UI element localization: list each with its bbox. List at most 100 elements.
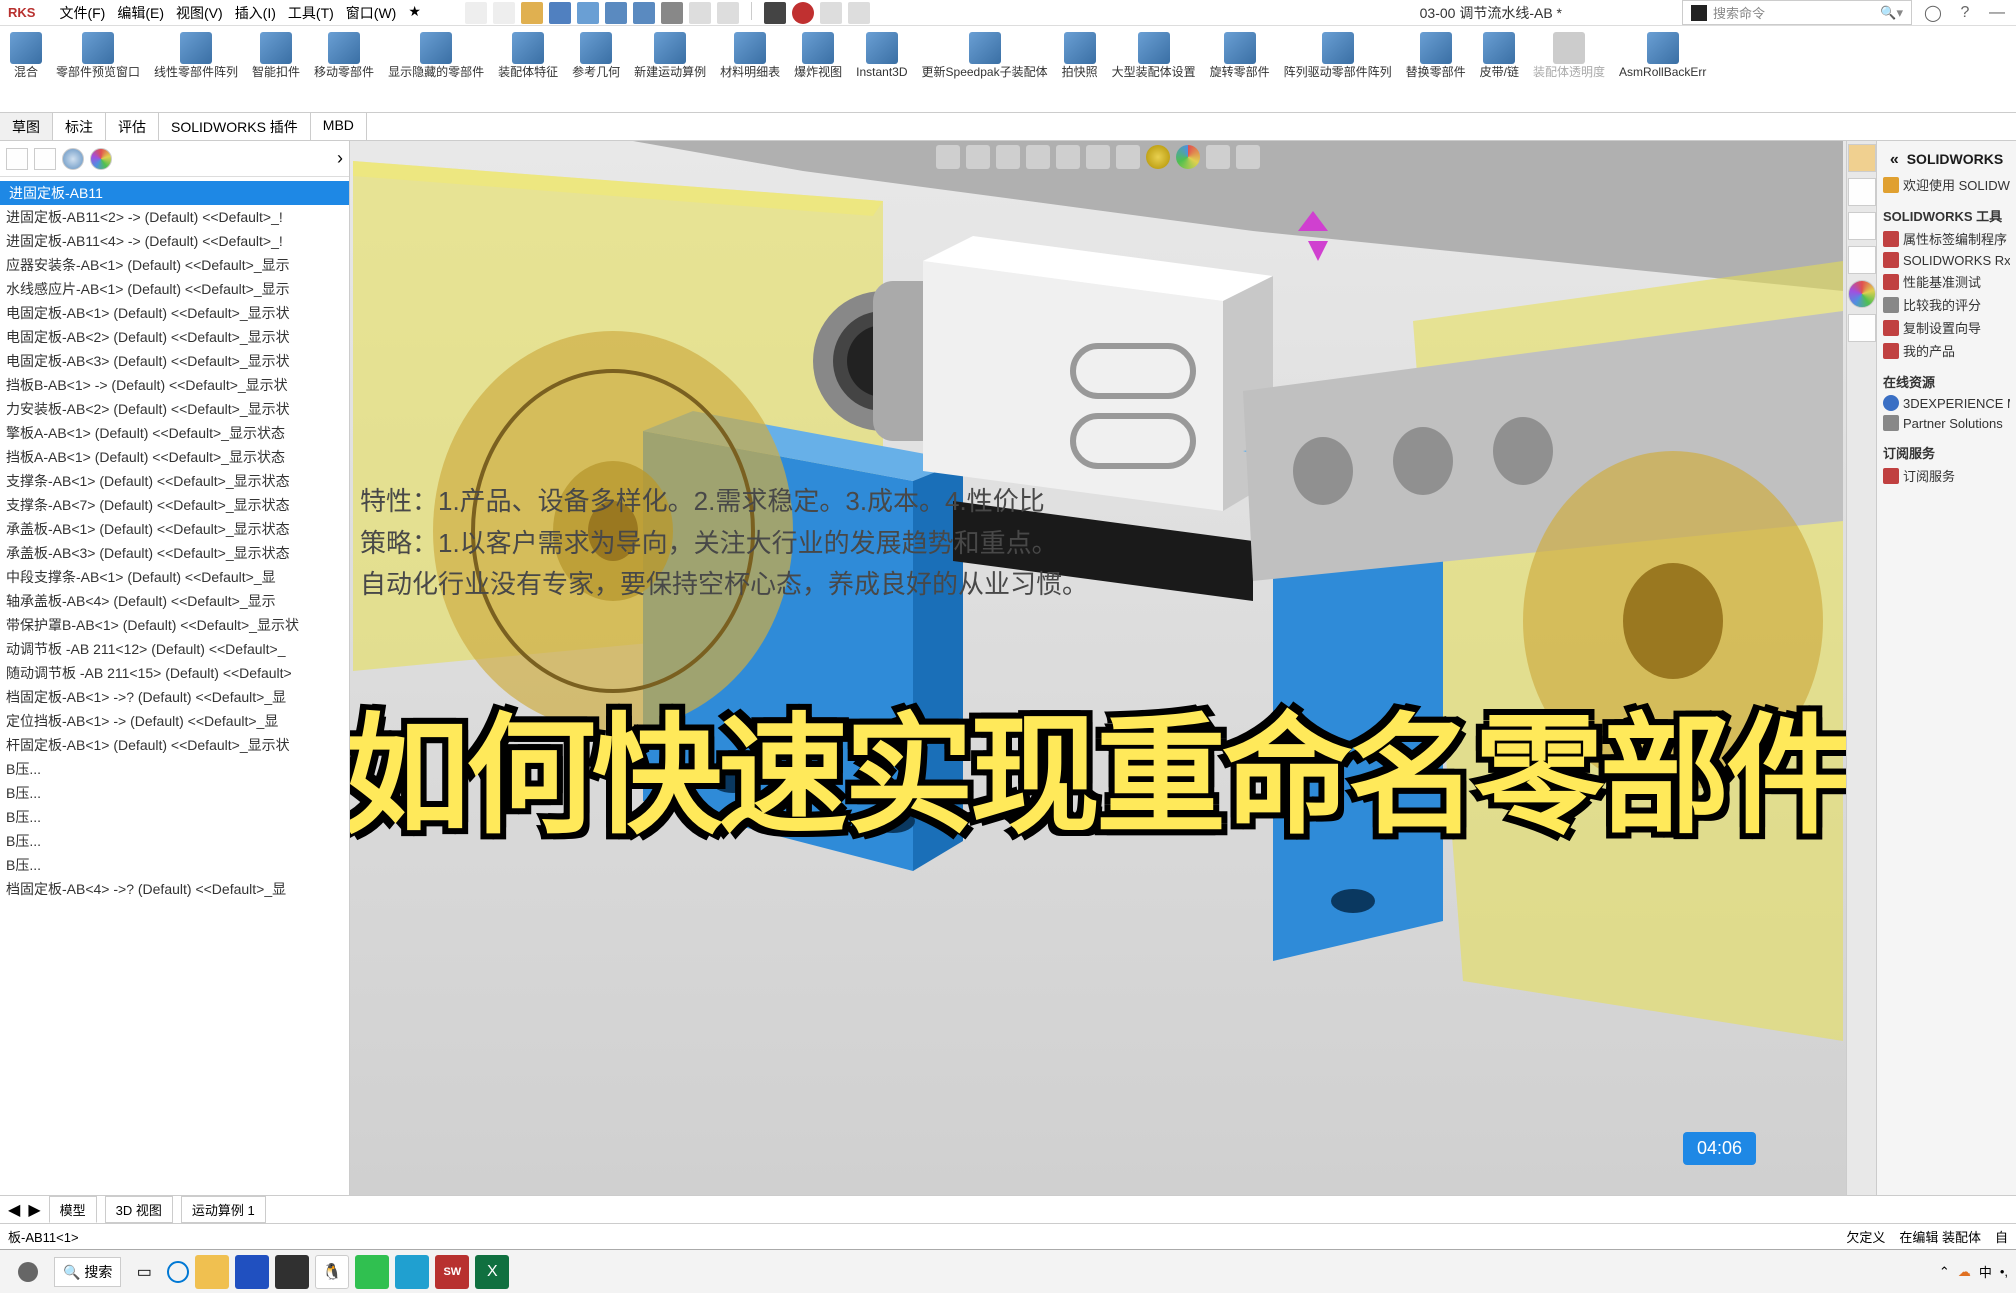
tab-sketch[interactable]: 草图 bbox=[0, 113, 53, 140]
tree-item[interactable]: 挡板A-AB<1> (Default) <<Default>_显示状态 bbox=[0, 445, 349, 469]
rib-explode[interactable]: 爆炸视图 bbox=[788, 30, 848, 112]
qt-print-icon[interactable] bbox=[577, 2, 599, 24]
rib-rollback[interactable]: AsmRollBackErr bbox=[1613, 30, 1712, 112]
vt-render-icon[interactable] bbox=[1206, 145, 1230, 169]
tool-prop-tag[interactable]: 属性标签编制程序 bbox=[1883, 227, 2010, 250]
tree-item[interactable]: 挡板B-AB<1> -> (Default) <<Default>_显示状 bbox=[0, 373, 349, 397]
qt-new-icon[interactable] bbox=[493, 2, 515, 24]
tree-item[interactable]: 支撑条-AB<1> (Default) <<Default>_显示状态 bbox=[0, 469, 349, 493]
bt-model[interactable]: 模型 bbox=[49, 1196, 97, 1223]
qt-rebuild-icon[interactable] bbox=[689, 2, 711, 24]
tree-item-selected[interactable]: 进固定板-AB11 bbox=[0, 181, 349, 205]
menu-file[interactable]: 文件(F) bbox=[55, 1, 109, 25]
bt-3dview[interactable]: 3D 视图 bbox=[105, 1196, 173, 1223]
tree-item[interactable]: 擎板A-AB<1> (Default) <<Default>_显示状态 bbox=[0, 421, 349, 445]
taskbar-search[interactable]: 🔍 搜索 bbox=[54, 1257, 121, 1287]
tree-item[interactable]: B压... bbox=[0, 757, 349, 781]
rib-replace[interactable]: 替换零部件 bbox=[1400, 30, 1472, 112]
tree-icon[interactable] bbox=[6, 148, 28, 170]
online-partner[interactable]: Partner Solutions bbox=[1883, 413, 2010, 433]
rib-largeasm[interactable]: 大型装配体设置 bbox=[1106, 30, 1202, 112]
menu-star[interactable]: ★ bbox=[404, 1, 425, 25]
tree-item[interactable]: B压... bbox=[0, 829, 349, 853]
taskpane-custom-icon[interactable] bbox=[1848, 314, 1876, 342]
system-tray[interactable]: ⌃ ☁ 中 •, bbox=[1939, 1262, 2008, 1281]
tray-ime[interactable]: 中 bbox=[1979, 1262, 1992, 1281]
taskpane-design-icon[interactable] bbox=[1848, 178, 1876, 206]
menu-view[interactable]: 视图(V) bbox=[172, 1, 227, 25]
tree-item[interactable]: 承盖板-AB<3> (Default) <<Default>_显示状态 bbox=[0, 541, 349, 565]
cortana-icon[interactable] bbox=[167, 1261, 189, 1283]
taskpane-view-icon[interactable] bbox=[1848, 246, 1876, 274]
bt-nav-right[interactable]: ▶ bbox=[28, 1200, 40, 1220]
tree-item[interactable]: 承盖板-AB<1> (Default) <<Default>_显示状态 bbox=[0, 517, 349, 541]
qt-cursor-icon[interactable] bbox=[764, 2, 786, 24]
rib-move[interactable]: 移动零部件 bbox=[308, 30, 380, 112]
tree-item[interactable]: 电固定板-AB<2> (Default) <<Default>_显示状 bbox=[0, 325, 349, 349]
qt-list-icon[interactable] bbox=[820, 2, 842, 24]
tree-item[interactable]: 电固定板-AB<1> (Default) <<Default>_显示状 bbox=[0, 301, 349, 325]
tab-annotate[interactable]: 标注 bbox=[53, 113, 106, 140]
menu-insert[interactable]: 插入(I) bbox=[231, 1, 280, 25]
tree-item[interactable]: 力安装板-AB<2> (Default) <<Default>_显示状 bbox=[0, 397, 349, 421]
rib-mix[interactable]: 混合 bbox=[4, 30, 48, 112]
hide-icon[interactable] bbox=[62, 148, 84, 170]
rib-instant3d[interactable]: Instant3D bbox=[850, 30, 913, 112]
taskpane-file-icon[interactable] bbox=[1848, 212, 1876, 240]
help-icon[interactable]: ? bbox=[1954, 2, 1976, 24]
rib-trans[interactable]: 装配体透明度 bbox=[1527, 30, 1611, 112]
tab-mbd[interactable]: MBD bbox=[311, 113, 367, 140]
rib-belt[interactable]: 皮带/链 bbox=[1474, 30, 1525, 112]
vt-zoom-fit-icon[interactable] bbox=[936, 145, 960, 169]
vt-orient-icon[interactable] bbox=[1056, 145, 1080, 169]
tree-item[interactable]: 定位挡板-AB<1> -> (Default) <<Default>_显 bbox=[0, 709, 349, 733]
tool-products[interactable]: 我的产品 bbox=[1883, 339, 2010, 362]
tree-item[interactable]: 中段支撑条-AB<1> (Default) <<Default>_显 bbox=[0, 565, 349, 589]
tray-more[interactable]: •, bbox=[2000, 1264, 2008, 1279]
menu-edit[interactable]: 编辑(E) bbox=[113, 1, 168, 25]
online-3dx[interactable]: 3DEXPERIENCE M bbox=[1883, 393, 2010, 413]
start-button[interactable] bbox=[8, 1258, 48, 1286]
tree-item[interactable]: B压... bbox=[0, 805, 349, 829]
rib-refgeo[interactable]: 参考几何 bbox=[566, 30, 626, 112]
rib-showhide[interactable]: 显示隐藏的零部件 bbox=[382, 30, 490, 112]
qt-options-icon[interactable] bbox=[717, 2, 739, 24]
bt-motion[interactable]: 运动算例 1 bbox=[181, 1196, 266, 1223]
search-command-input[interactable]: 搜索命令 🔍▾ bbox=[1682, 0, 1912, 25]
vt-apply-scene-icon[interactable] bbox=[1176, 145, 1200, 169]
tree-item[interactable]: 支撑条-AB<7> (Default) <<Default>_显示状态 bbox=[0, 493, 349, 517]
rib-asmfeat[interactable]: 装配体特征 bbox=[492, 30, 564, 112]
config-icon[interactable] bbox=[34, 148, 56, 170]
bt-nav-left[interactable]: ◀ bbox=[8, 1200, 20, 1220]
feature-tree[interactable]: 进固定板-AB11 进固定板-AB11<2> -> (Default) <<De… bbox=[0, 177, 349, 1195]
qt-open-icon[interactable] bbox=[521, 2, 543, 24]
tray-cloud-icon[interactable]: ☁ bbox=[1958, 1264, 1971, 1280]
vt-display-icon[interactable] bbox=[1086, 145, 1110, 169]
rib-speedpak[interactable]: 更新Speedpak子装配体 bbox=[916, 30, 1054, 112]
welcome-link[interactable]: 欢迎使用 SOLIDW bbox=[1883, 173, 2010, 196]
tray-up-icon[interactable]: ⌃ bbox=[1939, 1264, 1950, 1280]
tool-compare[interactable]: 比较我的评分 bbox=[1883, 293, 2010, 316]
rib-snapshot[interactable]: 拍快照 bbox=[1056, 30, 1104, 112]
qt-redo-icon[interactable] bbox=[633, 2, 655, 24]
qt-home-icon[interactable] bbox=[465, 2, 487, 24]
rib-pattern[interactable]: 阵列驱动零部件阵列 bbox=[1278, 30, 1398, 112]
vt-prev-view-icon[interactable] bbox=[996, 145, 1020, 169]
qt-gear-icon[interactable] bbox=[848, 2, 870, 24]
rib-linear[interactable]: 线性零部件阵列 bbox=[148, 30, 244, 112]
rib-smart[interactable]: 智能扣件 bbox=[246, 30, 306, 112]
qt-red-icon[interactable] bbox=[792, 2, 814, 24]
3d-viewport[interactable]: 特性：1.产品、设备多样化。2.需求稳定。3.成本。4.性价比 策略：1.以客户… bbox=[350, 141, 1846, 1195]
minimize-button[interactable]: — bbox=[1986, 2, 2008, 24]
collapse-tree-icon[interactable]: › bbox=[337, 148, 343, 169]
tool-benchmark[interactable]: 性能基准测试 bbox=[1883, 270, 2010, 293]
menu-window[interactable]: 窗口(W) bbox=[342, 1, 401, 25]
taskpane-home-icon[interactable] bbox=[1848, 144, 1876, 172]
vt-zoom-area-icon[interactable] bbox=[966, 145, 990, 169]
qt-undo-icon[interactable] bbox=[605, 2, 627, 24]
qt-select-icon[interactable] bbox=[661, 2, 683, 24]
tree-item[interactable]: 随动调节板 -AB 211<15> (Default) <<Default> bbox=[0, 661, 349, 685]
vt-settings-icon[interactable] bbox=[1236, 145, 1260, 169]
tree-item[interactable]: 进固定板-AB11<4> -> (Default) <<Default>_! bbox=[0, 229, 349, 253]
tree-item[interactable]: 应器安装条-AB<1> (Default) <<Default>_显示 bbox=[0, 253, 349, 277]
